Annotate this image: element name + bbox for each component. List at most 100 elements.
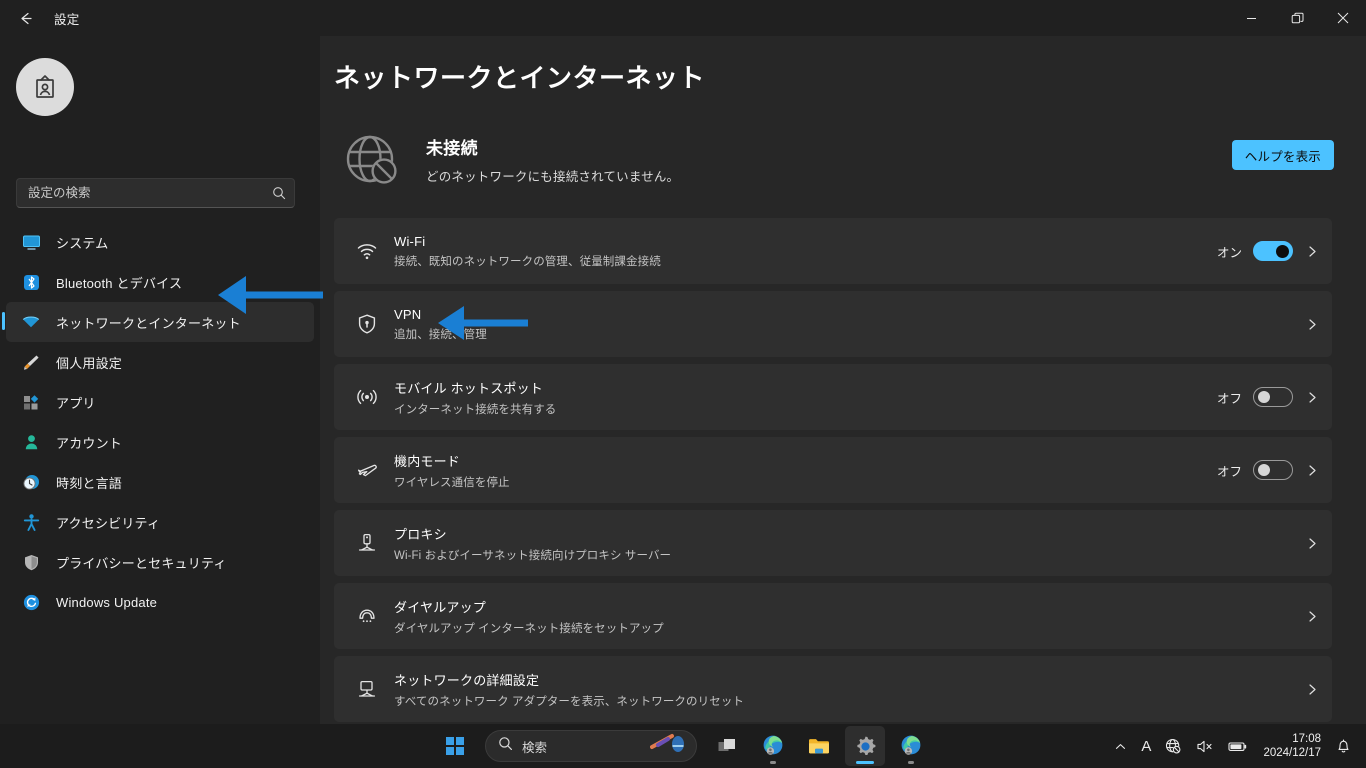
card-title: モバイル ホットスポット: [394, 380, 544, 396]
chevron-up-icon: [1116, 743, 1126, 749]
dialup-phone-icon: [348, 605, 386, 627]
edge-icon: [901, 735, 921, 755]
minimize-button[interactable]: [1228, 0, 1274, 36]
taskbar-search-label: 検索: [522, 740, 548, 755]
setting-card-dialup[interactable]: ダイヤルアップ ダイヤルアップ インターネット接続をセットアップ: [334, 583, 1332, 649]
card-subtitle: すべてのネットワーク アダプターを表示、ネットワークのリセット: [394, 695, 745, 708]
sidebar-item-accessibility[interactable]: アクセシビリティ: [6, 502, 314, 542]
chevron-right-icon[interactable]: [1304, 537, 1320, 550]
bluetooth-icon: [18, 273, 44, 292]
edge-second-button[interactable]: [891, 726, 931, 766]
notification-button[interactable]: [1329, 726, 1358, 766]
wifi-icon: [348, 240, 386, 262]
sidebar-item-time-language[interactable]: 時刻と言語: [6, 462, 314, 502]
speaker-muted-icon: [1197, 740, 1212, 752]
edge-icon: [763, 735, 783, 755]
system-icon: [18, 233, 44, 252]
window-controls: [1228, 0, 1366, 36]
sidebar-item-windows-update[interactable]: Windows Update: [6, 582, 314, 622]
restore-button[interactable]: [1274, 0, 1320, 36]
sidebar: システム Bluetooth とデバイス ネ: [0, 36, 320, 724]
accessibility-person-icon: [18, 513, 44, 532]
card-right: [1304, 610, 1320, 623]
search-highlight-decoration: [650, 733, 686, 760]
chevron-right-icon[interactable]: [1304, 245, 1320, 258]
apps-icon: [18, 393, 44, 412]
network-tray-button[interactable]: [1158, 726, 1189, 766]
setting-card-mobile-hotspot[interactable]: モバイル ホットスポット インターネット接続を共有する オフ: [334, 364, 1332, 430]
toggle-state-label: オフ: [1216, 391, 1242, 406]
start-button[interactable]: [435, 726, 475, 766]
chevron-right-icon[interactable]: [1304, 318, 1320, 331]
search-input[interactable]: [28, 186, 272, 200]
chevron-right-icon[interactable]: [1304, 683, 1320, 696]
card-texts: Wi-Fi 接続、既知のネットワークの管理、従量制課金接続: [394, 234, 1217, 269]
taskbar-search-box[interactable]: 検索: [485, 730, 697, 762]
airplane-mode-toggle[interactable]: [1253, 460, 1293, 480]
chevron-right-icon[interactable]: [1304, 610, 1320, 623]
setting-card-advanced-network[interactable]: ネットワークの詳細設定 すべてのネットワーク アダプターを表示、ネットワークのリ…: [334, 656, 1332, 722]
show-help-button[interactable]: ヘルプを表示: [1231, 140, 1334, 170]
toggle-knob: [1258, 391, 1270, 403]
settings-search-box[interactable]: [16, 178, 295, 208]
edge-button[interactable]: [753, 726, 793, 766]
network-status-panel: 未接続 どのネットワークにも接続されていません。 ヘルプを表示: [334, 114, 1348, 204]
sidebar-item-bluetooth[interactable]: Bluetooth とデバイス: [6, 262, 314, 302]
time-language-clock-icon: [18, 473, 44, 492]
minimize-icon: [1246, 17, 1256, 19]
avatar: [16, 58, 74, 116]
sidebar-item-personalization[interactable]: 個人用設定: [6, 342, 314, 382]
setting-card-wifi[interactable]: Wi-Fi 接続、既知のネットワークの管理、従量制課金接続 オン: [334, 218, 1332, 284]
globe-disconnected-icon: [1166, 738, 1182, 754]
ime-indicator[interactable]: A: [1134, 726, 1158, 766]
toggle-state-label: オン: [1216, 245, 1242, 260]
page-title: ネットワークとインターネット: [334, 63, 706, 93]
card-right: オン: [1217, 241, 1320, 261]
sidebar-item-network-internet[interactable]: ネットワークとインターネット: [2, 302, 314, 342]
user-profile[interactable]: [16, 58, 88, 116]
restore-icon: [1291, 12, 1303, 23]
setting-card-vpn[interactable]: VPN 追加、接続、管理: [334, 291, 1332, 357]
setting-card-proxy[interactable]: プロキシ Wi-Fi およびイーサネット接続向けプロキシ サーバー: [334, 510, 1332, 576]
sidebar-item-accounts[interactable]: アカウント: [6, 422, 314, 462]
close-button[interactable]: [1320, 0, 1366, 36]
chevron-right-icon[interactable]: [1304, 464, 1320, 477]
sidebar-item-system[interactable]: システム: [6, 222, 314, 262]
id-badge-icon: [36, 75, 54, 98]
show-hidden-icons-button[interactable]: [1107, 726, 1134, 766]
running-indicator: [770, 761, 776, 764]
wifi-toggle[interactable]: [1253, 241, 1293, 261]
setting-card-airplane-mode[interactable]: 機内モード ワイヤレス通信を停止 オフ: [334, 437, 1332, 503]
sidebar-item-label: 個人用設定: [56, 355, 123, 371]
sidebar-item-privacy-security[interactable]: プライバシーとセキュリティ: [6, 542, 314, 582]
card-subtitle: ワイヤレス通信を停止: [394, 476, 510, 489]
sidebar-item-apps[interactable]: アプリ: [6, 382, 314, 422]
clock[interactable]: 17:08 2024/12/17: [1255, 732, 1329, 760]
volume-tray-button[interactable]: [1189, 726, 1221, 766]
chevron-right-icon[interactable]: [1304, 391, 1320, 404]
card-title: プロキシ: [394, 526, 447, 542]
card-texts: モバイル ホットスポット インターネット接続を共有する: [394, 378, 1217, 417]
sidebar-nav: システム Bluetooth とデバイス ネットワークとインターネット 個人用設…: [2, 222, 314, 622]
sidebar-item-label: Bluetooth とデバイス: [56, 275, 183, 291]
sidebar-item-label: アクセシビリティ: [56, 515, 161, 531]
card-title: 機内モード: [394, 453, 461, 469]
toggle-knob: [1258, 464, 1270, 476]
system-tray: A 17:08 2024/12/17: [1107, 724, 1366, 768]
battery-icon: [1228, 741, 1247, 751]
sidebar-item-label: システム: [56, 235, 109, 251]
network-icon: [18, 312, 44, 332]
sidebar-item-label: Windows Update: [56, 594, 158, 610]
main-content: ネットワークとインターネット 未接続 どのネットワークにも接続されていません。 …: [320, 36, 1366, 724]
back-button[interactable]: [8, 3, 42, 33]
file-explorer-button[interactable]: [799, 726, 839, 766]
taskbar-center-group: 検索: [435, 726, 931, 766]
settings-taskbar-button[interactable]: [845, 726, 885, 766]
card-title: ダイヤルアップ: [394, 599, 487, 615]
task-view-button[interactable]: [707, 726, 747, 766]
mobile-hotspot-toggle[interactable]: [1253, 387, 1293, 407]
battery-tray-button[interactable]: [1221, 726, 1255, 766]
card-subtitle: インターネット接続を共有する: [394, 403, 557, 416]
title-bar: 設定: [0, 0, 1366, 36]
status-subtitle: どのネットワークにも接続されていません。: [426, 169, 680, 184]
